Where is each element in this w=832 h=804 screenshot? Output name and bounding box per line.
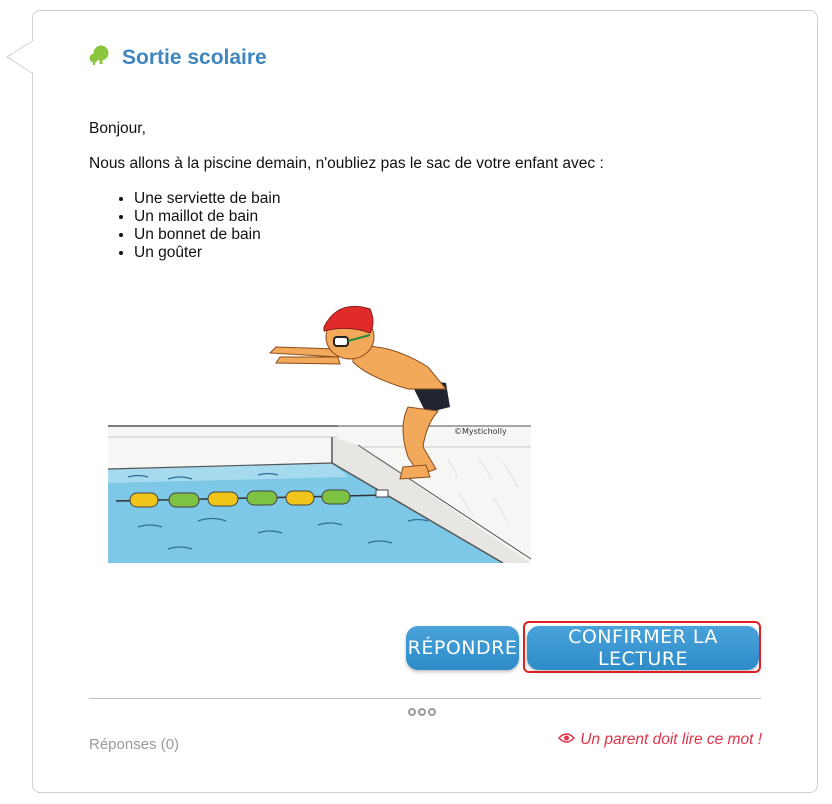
message-text: Nous allons à la piscine demain, n'oubli… — [89, 155, 604, 172]
eye-icon — [558, 731, 576, 749]
speech-bubble-pointer-fill — [8, 41, 33, 73]
greeting: Bonjour, — [89, 120, 146, 137]
more-options-icon[interactable] — [408, 708, 436, 716]
swimmer-illustration: ©Mysticholly — [107, 297, 532, 564]
read-warning: Un parent doit lire ce mot ! — [558, 731, 762, 749]
post-title: Sortie scolaire — [122, 45, 267, 69]
reply-button[interactable]: RÉPONDRE — [406, 626, 519, 670]
list-item: Un goûter — [134, 244, 769, 262]
post-body: Bonjour, Nous allons à la piscine demain… — [89, 120, 769, 262]
illustration-signature: ©Mysticholly — [454, 427, 507, 436]
confirm-button-highlight — [523, 621, 761, 673]
tree-icon — [88, 44, 110, 71]
dot — [418, 708, 426, 716]
list-item: Une serviette de bain — [134, 190, 769, 208]
divider — [89, 698, 761, 699]
post-header: Sortie scolaire — [88, 44, 267, 71]
dot — [428, 708, 436, 716]
replies-link[interactable]: Réponses (0) — [89, 736, 179, 753]
items-list: Une serviette de bain Un maillot de bain… — [89, 190, 769, 262]
dot — [408, 708, 416, 716]
list-item: Un maillot de bain — [134, 208, 769, 226]
list-item: Un bonnet de bain — [134, 226, 769, 244]
warning-text: Un parent doit lire ce mot ! — [580, 731, 762, 748]
